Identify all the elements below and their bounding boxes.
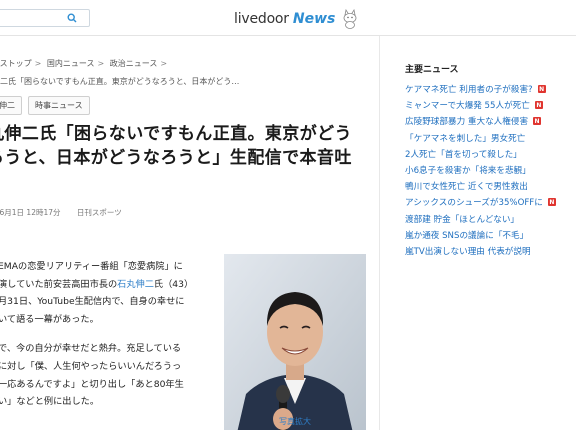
search-icon: [67, 13, 77, 23]
breadcrumb-separator: >: [34, 59, 42, 68]
logo-news-text: News: [292, 11, 336, 27]
news-item-label: 2人死亡「首を切って殺した」: [405, 149, 522, 160]
top-news-title: 主要ニュース: [405, 65, 459, 75]
news-item[interactable]: ミャンマーで大爆発 55人が死亡 N: [405, 97, 575, 113]
mascot-icon: [343, 9, 357, 29]
keyword-tags: 伸二 時事ニュース: [0, 96, 90, 115]
headline-line-1: 丸伸二氏「困らないですもん正直。東京がどう: [0, 124, 352, 144]
search-box: [0, 9, 90, 27]
breadcrumb-item-top[interactable]: ーストップ: [0, 59, 32, 68]
tag-person[interactable]: 伸二: [0, 96, 22, 115]
news-item[interactable]: 鴨川で女性死亡 近くで男性救出: [405, 178, 575, 194]
article-column: ーストップ> 国内ニュース> 政治ニュース> 伸二氏「困らないですもん正直。東京…: [0, 36, 380, 430]
news-item-label: 広陵野球部暴力 重大な人権侵害: [405, 117, 529, 128]
news-item[interactable]: 広陵野球部暴力 重大な人権侵害 N: [405, 113, 575, 129]
breadcrumb-item-domestic[interactable]: 国内ニュース: [47, 59, 95, 68]
person-link[interactable]: 石丸伸二: [117, 279, 154, 290]
site-logo[interactable]: livedoor News: [234, 8, 359, 30]
body-line: 一応あるんですよ」と切り出し「あと80年生: [0, 378, 184, 390]
news-item[interactable]: ケアマネ死亡 利用者の子が殺害? N: [405, 81, 575, 97]
news-item-label: 嵐か通夜 SNSの議論に「不毛」: [405, 230, 529, 241]
news-item-label: 「ケアマネを刺した」男女死亡: [405, 133, 526, 144]
tag-current-news[interactable]: 時事ニュース: [28, 96, 90, 115]
article-photo[interactable]: [224, 254, 366, 430]
news-item-label: ケアマネ死亡 利用者の子が殺害?: [405, 85, 533, 96]
article-date: 年6月1日 12時17分: [0, 208, 61, 217]
body-line: 月31日、YouTube生配信内で、自身の幸せに: [0, 296, 185, 308]
news-item-label: アシックスのシューズが35%OFFに: [405, 198, 543, 209]
news-item-label: 渡部建 貯金「ほとんどない」: [405, 214, 520, 225]
new-badge-icon: N: [534, 101, 543, 110]
article-body: EMAの恋愛リアリティー番組「恋愛病院」に 演していた前安芸高田市長の石丸伸二氏…: [0, 258, 208, 423]
top-news-list: ケアマネ死亡 利用者の子が殺害? N ミャンマーで大爆発 55人が死亡 N 広陵野球…: [405, 81, 575, 259]
body-line: い」などと例に出した。: [0, 396, 100, 408]
breadcrumb-current: 伸二氏「困らないですもん正直。東京がどうなろうと、日本がどう…: [0, 77, 240, 86]
news-item[interactable]: 嵐TV出演しない理由 代表が説明: [405, 243, 575, 259]
news-item[interactable]: 2人死亡「首を切って殺した」: [405, 146, 575, 162]
new-badge-icon: N: [533, 117, 542, 126]
news-item-label: 嵐TV出演しない理由 代表が説明: [405, 246, 531, 257]
search-input[interactable]: [0, 11, 61, 25]
news-item-label: 鴨川で女性死亡 近くで男性救出: [405, 182, 528, 193]
new-badge-icon: N: [547, 198, 556, 207]
body-line: 演していた前安芸高田市長の石丸伸二氏（43）: [0, 276, 208, 294]
breadcrumb-item-politics[interactable]: 政治ニュース: [110, 59, 158, 68]
article-meta: 年6月1日 12時17分 日刊スポーツ: [0, 207, 122, 218]
search-button[interactable]: [63, 10, 81, 26]
breadcrumb-separator: >: [160, 59, 168, 68]
article-headline: 丸伸二氏「困らないですもん正直。東京がどう ろうと、日本がどうなろうと」生配信で…: [0, 122, 377, 170]
headline-line-2: ろうと、日本がどうなろうと」生配信で本音吐: [0, 148, 352, 168]
paragraph: EMAの恋愛リアリティー番組「恋愛病院」に 演していた前安芸高田市長の石丸伸二氏…: [0, 258, 208, 328]
body-text-span: 演していた前安芸高田市長の: [0, 278, 118, 290]
logo-text: livedoor: [234, 11, 289, 27]
article-source[interactable]: 日刊スポーツ: [77, 208, 122, 217]
body-line: EMAの恋愛リアリティー番組「恋愛病院」に: [0, 261, 183, 272]
body-line: に対し「僕、人生何やったらいいんだろうっ: [0, 360, 182, 372]
paragraph: で、今の自分が幸せだと熱弁。充足している に対し「僕、人生何やったらいいんだろう…: [0, 340, 208, 410]
news-item-label: 小6息子を殺害か「将来を悲観」: [405, 166, 531, 177]
body-line: いて語る一幕があった。: [0, 313, 99, 325]
news-item[interactable]: アシックスのシューズが35%OFFに N: [405, 194, 575, 210]
breadcrumb-separator: >: [97, 59, 105, 68]
new-badge-icon: N: [537, 85, 546, 94]
body-text-span: 氏（43）: [153, 278, 194, 290]
person-photo-image: [224, 254, 366, 430]
news-item[interactable]: 渡部建 貯金「ほとんどない」: [405, 211, 575, 227]
news-item[interactable]: 嵐か通夜 SNSの議論に「不毛」: [405, 227, 575, 243]
news-item[interactable]: 小6息子を殺害か「将来を悲観」: [405, 162, 575, 178]
news-item-label: ミャンマーで大爆発 55人が死亡: [405, 101, 530, 112]
photo-enlarge-link[interactable]: 写真拡大: [224, 416, 366, 427]
breadcrumb: ーストップ> 国内ニュース> 政治ニュース>: [0, 58, 170, 69]
body-line: で、今の自分が幸せだと熱弁。充足している: [0, 343, 182, 355]
news-item[interactable]: 「ケアマネを刺した」男女死亡: [405, 130, 575, 146]
site-header: livedoor News: [0, 0, 576, 36]
